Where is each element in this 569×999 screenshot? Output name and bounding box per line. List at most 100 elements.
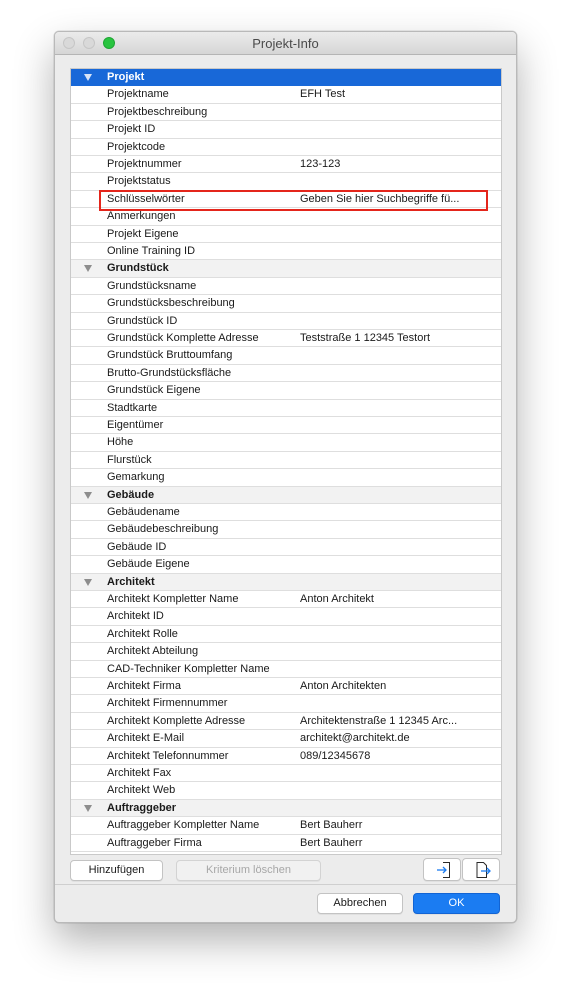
field-name: Gebäudename	[107, 506, 180, 518]
table-row[interactable]: Architekt Telefonnummer 089/12345678	[71, 748, 501, 765]
table-row[interactable]: Grundstück Bruttoumfang	[71, 347, 501, 365]
field-name: Projekt Eigene	[107, 227, 179, 240]
field-name: Projektname	[107, 88, 169, 101]
section-label: Auftraggeber	[107, 801, 177, 814]
table-row[interactable]: Grundstücksname	[71, 278, 501, 296]
field-name: CAD-Techniker Kompletter Name	[107, 662, 270, 675]
field-name: Höhe	[107, 436, 134, 449]
field-name: Grundstücksname	[107, 279, 197, 292]
disclosure-triangle-icon[interactable]	[84, 265, 92, 273]
table-row[interactable]: Stadtkarte	[71, 400, 501, 417]
table-row[interactable]: Architekt Kompletter Name Anton Architekt	[71, 591, 501, 609]
table-row[interactable]: Projekt Eigene	[71, 226, 501, 243]
field-name: Stadtkarte	[107, 401, 158, 414]
cancel-button[interactable]: Abbrechen	[317, 893, 403, 914]
table-row[interactable]: Auftraggeber Firma Bert Bauherr	[71, 835, 501, 852]
field-name: Architekt Kompletter Name	[107, 593, 239, 605]
table-row[interactable]: Architekt Fax	[71, 765, 501, 783]
field-value[interactable]: Teststraße 1 12345 Testort	[300, 330, 490, 347]
field-name: Architekt Telefonnummer	[107, 749, 229, 762]
table-row[interactable]: Projektcode	[71, 139, 501, 156]
field-value[interactable]: 123-123	[300, 156, 490, 173]
field-name: Architekt Komplette Adresse	[107, 714, 246, 727]
section-header[interactable]: Architekt	[71, 573, 501, 591]
table-row[interactable]: Grundstücksbeschreibung	[71, 295, 501, 313]
delete-criterion-button[interactable]: Kriterium löschen	[176, 860, 321, 881]
field-value[interactable]: 089/12345678	[300, 748, 490, 765]
table-row[interactable]: Flurstück	[71, 452, 501, 470]
section-label: Grundstück	[107, 262, 169, 275]
table-row[interactable]: Gebäudename	[71, 504, 501, 522]
field-name: Eigentümer	[107, 419, 164, 431]
field-name: Gebäude Eigene	[107, 558, 190, 571]
table-row[interactable]: Auftraggeber Kompletter Name Bert Bauherr	[71, 817, 501, 835]
project-info-table[interactable]: Auftraggeber Firma Bert Bauherr Auftraggeb…	[70, 68, 502, 855]
ok-button[interactable]: OK	[413, 893, 500, 914]
section-label: Architekt	[107, 575, 155, 588]
table-row[interactable]: Gebäude Eigene	[71, 556, 501, 574]
table-row[interactable]: CAD-Techniker Kompletter Name	[71, 661, 501, 678]
field-name: Anmerkungen	[107, 210, 176, 223]
table-row[interactable]: Online Training ID	[71, 243, 501, 261]
field-value[interactable]: Geben Sie hier Suchbegriffe fü...	[300, 191, 490, 208]
table-row[interactable]: Architekt ID	[71, 608, 501, 626]
table-row[interactable]: Grundstück ID	[71, 313, 501, 330]
field-name: Gebäude ID	[107, 540, 167, 553]
table-row[interactable]: Anmerkungen	[71, 208, 501, 226]
table-row[interactable]: Architekt Web	[71, 782, 501, 800]
field-value[interactable]: Anton Architekten	[300, 678, 490, 695]
section-header[interactable]: Auftraggeber	[71, 799, 501, 818]
add-button[interactable]: Hinzufügen	[70, 860, 163, 881]
import-button[interactable]	[423, 858, 461, 881]
field-name: Architekt Rolle	[107, 627, 178, 640]
table-row[interactable]: Architekt Firmennummer	[71, 695, 501, 713]
table-row[interactable]: Projektnummer 123-123	[71, 156, 501, 174]
table-row[interactable]: Brutto-Grundstücksfläche	[71, 365, 501, 383]
table-row[interactable]: Architekt E-Mail architekt@architekt.de	[71, 730, 501, 748]
table-row[interactable]: Höhe	[71, 434, 501, 452]
table-row-keywords[interactable]: Schlüsselwörter Geben Sie hier Suchbegrif…	[71, 191, 501, 209]
field-name: Brutto-Grundstücksfläche	[107, 366, 232, 379]
table-row[interactable]: Architekt Rolle	[71, 626, 501, 644]
field-value[interactable]: architekt@architekt.de	[300, 730, 490, 747]
table-row[interactable]: Eigentümer	[71, 417, 501, 435]
table-row[interactable]: Projektstatus	[71, 173, 501, 191]
table-row[interactable]: Grundstück Eigene	[71, 382, 501, 400]
table-row[interactable]: Projekt ID	[71, 121, 501, 139]
table-row[interactable]: Architekt Firma Anton Architekten	[71, 678, 501, 696]
field-value[interactable]: Bert Bauherr	[300, 835, 490, 852]
disclosure-triangle-icon[interactable]	[84, 578, 92, 586]
table-row[interactable]: Grundstück Komplette Adresse Teststraße 1…	[71, 330, 501, 348]
footer-divider	[55, 884, 516, 885]
field-name: Flurstück	[107, 453, 152, 466]
field-value[interactable]: Anton Architekt	[300, 591, 490, 608]
table-row[interactable]: Gebäude ID	[71, 539, 501, 557]
field-value[interactable]: Architektenstraße 1 12345 Arc...	[300, 713, 490, 730]
table-row[interactable]: Architekt Abteilung	[71, 643, 501, 661]
field-name: Grundstück Komplette Adresse	[107, 332, 259, 344]
disclosure-triangle-icon[interactable]	[84, 491, 92, 499]
table-row[interactable]: Architekt Komplette Adresse Architektenst…	[71, 713, 501, 731]
field-name: Architekt Firmennummer	[107, 697, 228, 710]
table-row[interactable]: Projektname EFH Test	[71, 86, 501, 104]
section-header[interactable]: Gebäude	[71, 486, 501, 504]
disclosure-triangle-icon[interactable]	[84, 804, 92, 812]
title-bar[interactable]: Projekt-Info	[55, 32, 516, 55]
disclosure-triangle-icon[interactable]	[84, 74, 92, 81]
field-name: Projektstatus	[107, 175, 171, 188]
field-name: Architekt ID	[107, 610, 164, 623]
table-row[interactable]: Gemarkung	[71, 469, 501, 487]
field-name: Architekt Abteilung	[107, 645, 199, 658]
field-name: Auftraggeber Firma	[107, 836, 202, 849]
field-name: Grundstück Eigene	[107, 384, 201, 397]
table-row[interactable]: Gebäudebeschreibung	[71, 521, 501, 539]
field-value[interactable]: EFH Test	[300, 86, 490, 103]
section-label: Gebäude	[107, 488, 155, 501]
field-value[interactable]: Bert Bauherr	[300, 817, 490, 834]
section-header[interactable]: Projekt	[71, 69, 501, 87]
field-name: Projektcode	[107, 140, 166, 153]
table-row[interactable]: Projektbeschreibung	[71, 104, 501, 122]
field-name: Projektnummer	[107, 158, 182, 170]
section-header[interactable]: Grundstück	[71, 260, 501, 278]
export-button[interactable]	[462, 858, 500, 881]
